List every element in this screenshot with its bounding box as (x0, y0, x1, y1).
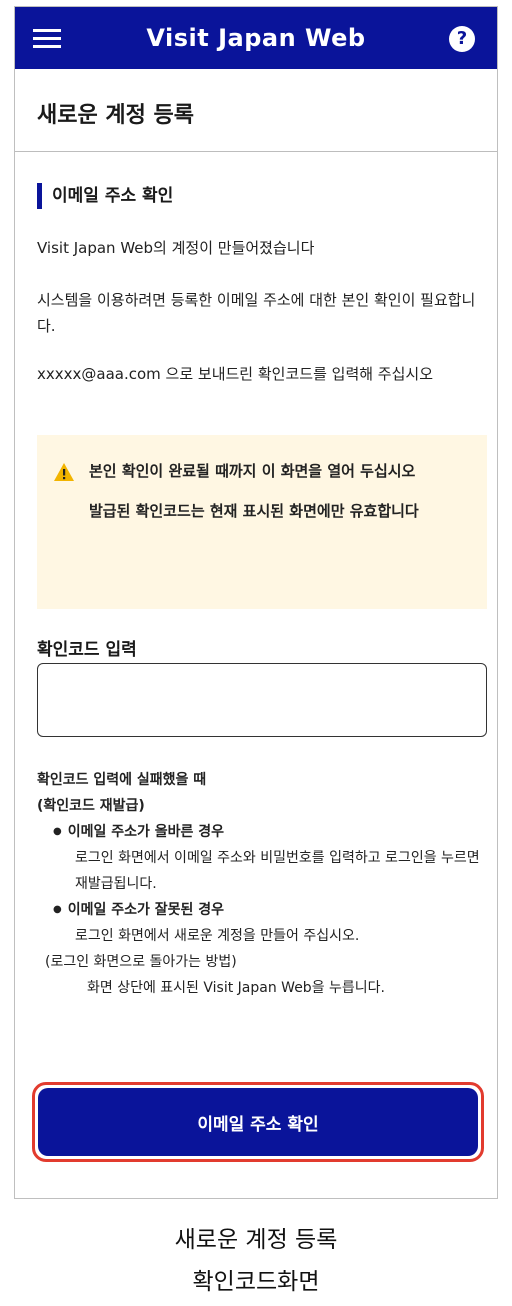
title-divider (15, 151, 497, 152)
caption-line-1: 새로운 계정 등록 (174, 1227, 338, 1253)
back-to-login-desc: 화면 상단에 표시된 Visit Japan Web을 누릅니다. (87, 980, 385, 996)
back-to-login-title: (로그인 화면으로 돌아가는 방법) (45, 954, 237, 970)
help-title: 확인코드 입력에 실패했을 때 (37, 772, 207, 788)
menu-icon[interactable] (33, 29, 61, 49)
brand-title[interactable]: Visit Japan Web (75, 24, 437, 52)
case-email-wrong-desc: 로그인 화면에서 새로운 계정을 만들어 주십시오. (75, 928, 360, 944)
verification-required-text: 시스템을 이용하려면 등록한 이메일 주소에 대한 본인 확인이 필요합니다. (37, 291, 476, 335)
warning-notice: 본인 확인이 완료될 때까지 이 화면을 열어 두십시오 발급된 확인코드는 현… (37, 435, 487, 609)
confirm-email-button[interactable]: 이메일 주소 확인 (38, 1088, 478, 1156)
resend-help-block: 확인코드 입력에 실패했을 때 (확인코드 재발급) 이메일 주소가 올바른 경… (37, 767, 492, 1001)
section-heading: 이메일 주소 확인 (37, 183, 173, 209)
page-title: 새로운 계정 등록 (37, 103, 194, 128)
top-navigation-bar: Visit Japan Web ? (15, 7, 497, 69)
notice-line-keep-open: 본인 확인이 완료될 때까지 이 화면을 열어 두십시오 (89, 462, 416, 480)
notice-text: 본인 확인이 완료될 때까지 이 화면을 열어 두십시오 발급된 확인코드는 현… (89, 457, 473, 525)
case-email-correct-title: 이메일 주소가 올바른 경우 (37, 819, 492, 845)
warning-icon (54, 463, 74, 481)
notice-line-code-valid: 발급된 확인코드는 현재 표시된 화면에만 유효합니다 (89, 502, 419, 520)
case-email-correct-desc: 로그인 화면에서 이메일 주소와 비밀번호를 입력하고 로그인을 누르면 재발급… (75, 850, 480, 892)
enter-code-instruction: xxxxx@aaa.com 으로 보내드린 확인코드를 입력해 주십시오 (37, 365, 434, 383)
case-email-wrong-title: 이메일 주소가 잘못된 경우 (37, 897, 492, 923)
account-created-text: Visit Japan Web의 계정이 만들어졌습니다 (37, 239, 315, 257)
code-input-label: 확인코드 입력 (37, 640, 137, 660)
help-icon[interactable]: ? (449, 26, 475, 52)
caption-line-2: 확인코드화면 (192, 1269, 320, 1295)
verification-code-input[interactable] (37, 663, 487, 737)
help-subtitle: (확인코드 재발급) (37, 798, 145, 814)
phone-screen: Visit Japan Web ? 새로운 계정 등록 이메일 주소 확인 Vi… (14, 6, 498, 1199)
